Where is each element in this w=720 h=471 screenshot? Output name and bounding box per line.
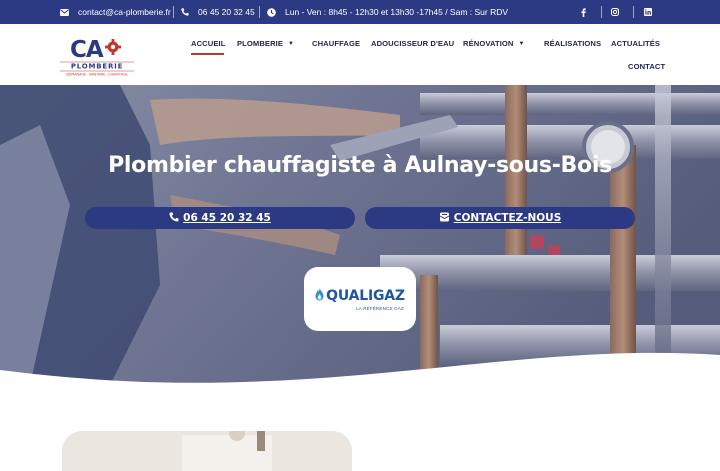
nav-item-realisations[interactable]: RÉALISATIONS — [544, 39, 601, 48]
contact-us-button[interactable]: CONTACTEZ-NOUS — [365, 207, 635, 229]
instagram-icon[interactable] — [608, 0, 622, 24]
hero-background-image — [0, 85, 720, 385]
call-phone-button[interactable]: 06 45 20 32 45 — [85, 207, 355, 229]
linkedin-icon[interactable] — [641, 0, 655, 24]
divider — [173, 6, 174, 18]
phone-icon — [181, 8, 189, 16]
phone-button-label: 06 45 20 32 45 — [183, 212, 271, 224]
nav-item-chauffage[interactable]: CHAUFFAGE — [312, 39, 360, 48]
top-info-bar: contact@ca-plomberie.fr 06 45 20 32 45 L… — [0, 0, 720, 24]
svg-text:CA: CA — [70, 37, 104, 63]
qualigaz-title: QUALIGAZ — [326, 288, 405, 304]
site-header: CA PLOMBERIE DÉPANNAGE · SANITAIRE · CHA… — [0, 24, 720, 85]
flame-icon — [315, 288, 324, 305]
divider — [601, 6, 602, 18]
active-nav-indicator — [191, 53, 224, 55]
svg-text:PLOMBERIE: PLOMBERIE — [71, 63, 123, 71]
hours-text: Lun - Ven : 8h45 - 12h30 et 13h30 -17h45… — [285, 7, 509, 17]
opening-hours: Lun - Ven : 8h45 - 12h30 et 13h30 -17h45… — [267, 0, 508, 24]
email-text: contact@ca-plomberie.fr — [78, 7, 171, 17]
nav-label: PLOMBERIE — [237, 39, 284, 48]
svg-text:DÉPANNAGE · SANITAIRE · CHAUFF: DÉPANNAGE · SANITAIRE · CHAUFFAGE — [66, 72, 128, 77]
qualigaz-subtitle: LA RÉFÉRENCE GAZ — [356, 305, 404, 311]
mail-bulk-icon — [439, 212, 450, 225]
nav-item-plomberie[interactable]: PLOMBERIE ▼ — [237, 39, 294, 48]
phone-text: 06 45 20 32 45 — [198, 7, 255, 17]
qualigaz-badge: QUALIGAZ LA RÉFÉRENCE GAZ — [304, 267, 416, 331]
hero-title: Plombier chauffagiste à Aulnay-sous-Bois — [108, 153, 612, 178]
nav-label: RÉNOVATION — [463, 39, 514, 48]
nav-item-accueil[interactable]: ACCUEIL — [191, 39, 225, 48]
hero-section: Plombier chauffagiste à Aulnay-sous-Bois… — [0, 85, 720, 385]
nav-item-renovation[interactable]: RÉNOVATION ▼ — [463, 39, 525, 48]
nav-item-actualites[interactable]: ACTUALITÉS — [611, 39, 660, 48]
contact-button-label: CONTACTEZ-NOUS — [453, 212, 562, 224]
chevron-down-icon: ▼ — [288, 41, 295, 47]
email-contact[interactable]: contact@ca-plomberie.fr — [60, 0, 171, 24]
qualigaz-logo: QUALIGAZ — [315, 288, 405, 305]
envelope-icon — [60, 8, 69, 16]
nav-item-contact[interactable]: CONTACT — [628, 62, 665, 71]
phone-icon — [169, 212, 179, 225]
content-section — [0, 385, 720, 471]
facebook-icon[interactable] — [576, 0, 590, 24]
content-image — [62, 431, 352, 471]
clock-icon — [267, 7, 276, 17]
phone-contact[interactable]: 06 45 20 32 45 — [181, 0, 255, 24]
nav-item-adoucisseur[interactable]: ADOUCISSEUR D'EAU — [371, 39, 454, 48]
divider — [259, 6, 260, 18]
chevron-down-icon: ▼ — [518, 41, 525, 47]
divider — [633, 6, 634, 18]
company-logo[interactable]: CA PLOMBERIE DÉPANNAGE · SANITAIRE · CHA… — [58, 33, 136, 77]
